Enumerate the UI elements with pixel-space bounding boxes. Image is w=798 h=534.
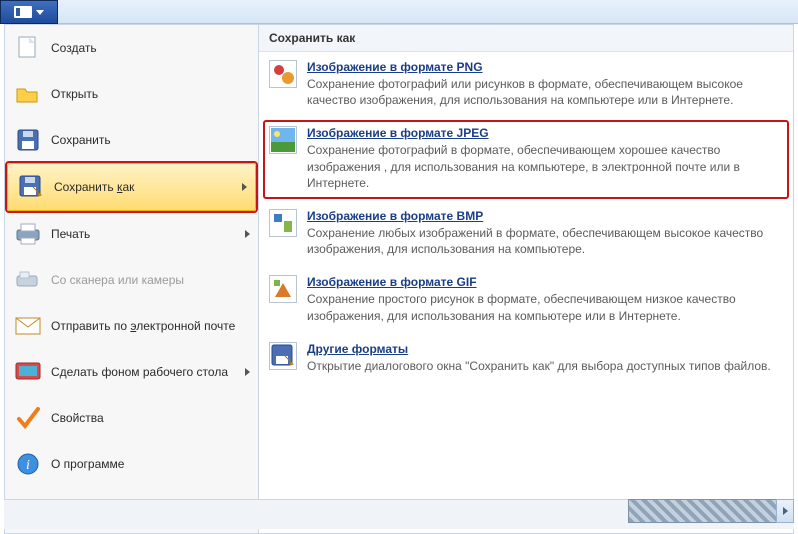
file-menu-button[interactable] xyxy=(0,0,58,24)
menu-label: Сделать фоном рабочего стола xyxy=(51,365,228,379)
jpeg-icon xyxy=(269,126,297,154)
other-format-icon xyxy=(269,342,297,370)
window-titlebar xyxy=(0,0,798,24)
file-menu-left: Создать Открыть Сохранить Сохранить как xyxy=(4,24,259,534)
menu-label: Свойства xyxy=(51,411,104,425)
option-png[interactable]: Изображение в формате PNG Сохранение фот… xyxy=(259,52,793,118)
checkmark-icon xyxy=(15,405,41,431)
option-other-formats[interactable]: Другие форматы Открытие диалогового окна… xyxy=(259,334,793,384)
menu-send-email[interactable]: Отправить по электронной почте xyxy=(5,303,258,349)
panel-title: Сохранить как xyxy=(259,25,793,52)
menu-set-wallpaper[interactable]: Сделать фоном рабочего стола xyxy=(5,349,258,395)
option-title: Изображение в формате GIF xyxy=(307,275,775,289)
menu-from-scanner: Со сканера или камеры xyxy=(5,257,258,303)
statusbar xyxy=(4,499,794,529)
menu-save-as[interactable]: Сохранить как xyxy=(7,163,256,211)
submenu-arrow-icon xyxy=(245,368,250,376)
option-title: Другие форматы xyxy=(307,342,771,356)
menu-new[interactable]: Создать xyxy=(5,25,258,71)
new-file-icon xyxy=(15,35,41,61)
chevron-right-icon xyxy=(783,507,788,515)
scanner-icon xyxy=(15,267,41,293)
menu-open[interactable]: Открыть xyxy=(5,71,258,117)
email-icon xyxy=(15,313,41,339)
menu-print[interactable]: Печать xyxy=(5,211,258,257)
option-desc: Сохранение фотографий или рисунков в фор… xyxy=(307,76,775,108)
menu-label: Отправить по электронной почте xyxy=(51,319,235,333)
menu-properties[interactable]: Свойства xyxy=(5,395,258,441)
wallpaper-icon xyxy=(15,359,41,385)
open-folder-icon xyxy=(15,81,41,107)
menu-label: Открыть xyxy=(51,87,98,101)
file-menu-dropdown: Создать Открыть Сохранить Сохранить как xyxy=(4,24,794,534)
svg-text:i: i xyxy=(26,458,30,473)
option-desc: Открытие диалогового окна "Сохранить как… xyxy=(307,358,771,374)
option-jpeg[interactable]: Изображение в формате JPEG Сохранение фо… xyxy=(259,118,793,201)
option-desc: Сохранение любых изображений в формате, … xyxy=(307,225,775,257)
file-menu-icon xyxy=(14,6,32,18)
menu-label: Создать xyxy=(51,41,97,55)
info-icon: i xyxy=(15,451,41,477)
option-title: Изображение в формате PNG xyxy=(307,60,775,74)
save-as-panel: Сохранить как Изображение в формате PNG … xyxy=(259,24,794,534)
bmp-icon xyxy=(269,209,297,237)
menu-label: Сохранить xyxy=(51,133,111,147)
horizontal-scrollbar[interactable] xyxy=(628,499,788,523)
option-bmp[interactable]: Изображение в формате BMP Сохранение люб… xyxy=(259,201,793,267)
gif-icon xyxy=(269,275,297,303)
menu-label: О программе xyxy=(51,457,124,471)
menu-label: Со сканера или камеры xyxy=(51,273,184,287)
option-title: Изображение в формате JPEG xyxy=(307,126,775,140)
print-icon xyxy=(15,221,41,247)
scroll-right-button[interactable] xyxy=(776,499,794,523)
save-as-icon xyxy=(18,174,44,200)
menu-about[interactable]: i О программе xyxy=(5,441,258,487)
png-icon xyxy=(269,60,297,88)
submenu-arrow-icon xyxy=(245,230,250,238)
chevron-down-icon xyxy=(36,10,44,15)
save-icon xyxy=(15,127,41,153)
submenu-arrow-icon xyxy=(242,183,247,191)
menu-save[interactable]: Сохранить xyxy=(5,117,258,163)
option-title: Изображение в формате BMP xyxy=(307,209,775,223)
option-desc: Сохранение фотографий в формате, обеспеч… xyxy=(307,142,775,191)
option-desc: Сохранение простого рисунок в формате, о… xyxy=(307,291,775,323)
option-gif[interactable]: Изображение в формате GIF Сохранение про… xyxy=(259,267,793,333)
menu-label: Сохранить как xyxy=(54,180,134,194)
menu-label: Печать xyxy=(51,227,90,241)
